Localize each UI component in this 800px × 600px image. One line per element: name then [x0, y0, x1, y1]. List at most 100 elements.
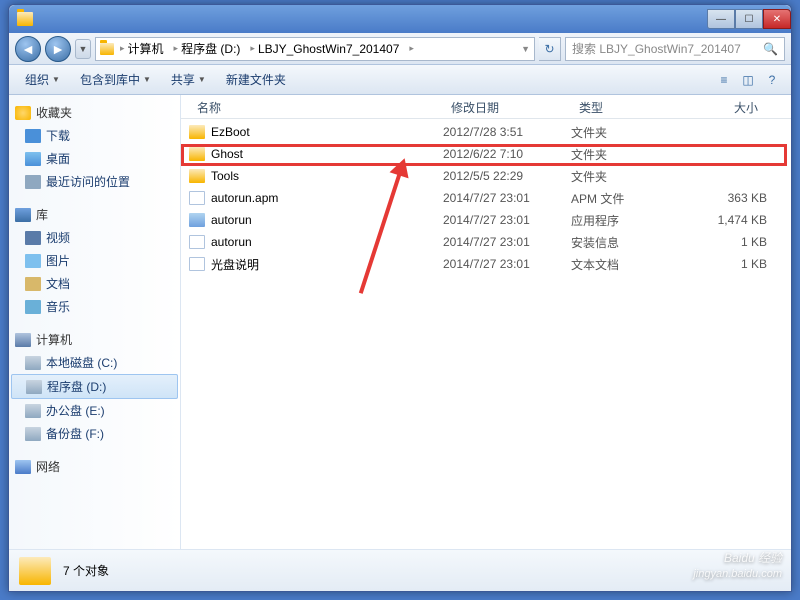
toolbar: 组织▼ 包含到库中▼ 共享▼ 新建文件夹 ≡ ◫ ?	[9, 65, 791, 95]
breadcrumb-dropdown-icon[interactable]: ▼	[521, 44, 530, 54]
file-type: APM 文件	[571, 190, 679, 207]
window-icon	[17, 12, 33, 26]
folder-icon	[189, 169, 205, 183]
watermark: Baidu 经验 jingyan.baidu.com	[693, 542, 782, 580]
maximize-button[interactable]: ☐	[735, 9, 763, 29]
file-date: 2014/7/27 23:01	[443, 191, 571, 205]
document-icon	[25, 277, 41, 291]
refresh-button[interactable]: ↻	[539, 37, 561, 61]
col-name[interactable]: 名称	[189, 95, 443, 118]
file-row[interactable]: autorun 2014/7/27 23:01应用程序1,474 KB	[181, 209, 791, 231]
breadcrumb[interactable]: ▸计算机 ▸程序盘 (D:) ▸LBJY_GhostWin7_201407 ▸ …	[95, 37, 535, 61]
music-icon	[25, 300, 41, 314]
tree-videos[interactable]: 视频	[11, 226, 178, 249]
file-name: autorun	[211, 213, 252, 227]
nav-forward-button[interactable]: ►	[45, 36, 71, 62]
search-icon: 🔍	[763, 42, 778, 56]
tree-drive-e[interactable]: 办公盘 (E:)	[11, 399, 178, 422]
file-size: 1,474 KB	[679, 213, 767, 227]
col-type[interactable]: 类型	[571, 95, 679, 118]
breadcrumb-segment[interactable]: ▸LBJY_GhostWin7_201407	[246, 40, 403, 58]
search-input[interactable]: 搜索 LBJY_GhostWin7_201407 🔍	[565, 37, 785, 61]
preview-pane-button[interactable]: ◫	[737, 69, 759, 91]
file-row[interactable]: autorun.apm2014/7/27 23:01APM 文件363 KB	[181, 187, 791, 209]
file-name: EzBoot	[211, 125, 250, 139]
tree-head-favorites[interactable]: 收藏夹	[11, 101, 178, 124]
status-bar: 7 个对象	[9, 549, 791, 591]
tree-favorites: 收藏夹 下载 桌面 最近访问的位置	[11, 101, 178, 193]
file-date: 2014/7/27 23:01	[443, 213, 571, 227]
tree-music[interactable]: 音乐	[11, 295, 178, 318]
video-icon	[25, 231, 41, 245]
annotation-highlight-box	[181, 144, 787, 166]
breadcrumb-segment[interactable]: ▸程序盘 (D:)	[170, 38, 245, 59]
body: 收藏夹 下载 桌面 最近访问的位置 库 视频 图片 文档 音乐 计算机 本地磁盘…	[9, 95, 791, 549]
file-type: 文本文档	[571, 256, 679, 273]
txt-icon	[189, 257, 205, 271]
share-menu[interactable]: 共享▼	[163, 67, 214, 92]
file-size: 1 KB	[679, 235, 767, 249]
nav-history-dropdown[interactable]: ▼	[75, 39, 91, 59]
nav-back-button[interactable]: ◄	[15, 36, 41, 62]
file-icon	[189, 191, 205, 205]
titlebar[interactable]: — ☐ ✕	[9, 5, 791, 33]
hdd-icon	[25, 404, 41, 418]
column-headers: 名称 修改日期 类型 大小	[181, 95, 791, 119]
breadcrumb-end[interactable]: ▸	[405, 41, 418, 56]
window-controls: — ☐ ✕	[707, 9, 791, 29]
organize-menu[interactable]: 组织▼	[17, 67, 68, 92]
tree-network: 网络	[11, 455, 178, 478]
tree-library: 库 视频 图片 文档 音乐	[11, 203, 178, 318]
hdd-icon	[26, 380, 42, 394]
tree-pictures[interactable]: 图片	[11, 249, 178, 272]
tree-drive-c[interactable]: 本地磁盘 (C:)	[11, 351, 178, 374]
library-icon	[15, 208, 31, 222]
inf-icon	[189, 235, 205, 249]
help-button[interactable]: ?	[761, 69, 783, 91]
file-rows[interactable]: EzBoot2012/7/28 3:51文件夹Ghost2012/6/22 7:…	[181, 119, 791, 549]
download-icon	[25, 129, 41, 143]
star-icon	[15, 106, 31, 120]
nav-sidebar[interactable]: 收藏夹 下载 桌面 最近访问的位置 库 视频 图片 文档 音乐 计算机 本地磁盘…	[9, 95, 181, 549]
hdd-icon	[25, 427, 41, 441]
file-type: 应用程序	[571, 212, 679, 229]
status-text: 7 个对象	[63, 562, 109, 579]
col-size[interactable]: 大小	[679, 95, 767, 118]
new-folder-button[interactable]: 新建文件夹	[218, 67, 294, 92]
tree-head-computer[interactable]: 计算机	[11, 328, 178, 351]
file-type: 文件夹	[571, 124, 679, 141]
tree-head-library[interactable]: 库	[11, 203, 178, 226]
exe-icon	[189, 213, 205, 227]
minimize-button[interactable]: —	[707, 9, 735, 29]
desktop-icon	[25, 152, 41, 166]
tree-drive-d[interactable]: 程序盘 (D:)	[11, 374, 178, 399]
file-type: 文件夹	[571, 168, 679, 185]
breadcrumb-root-icon	[100, 43, 114, 55]
file-size: 1 KB	[679, 257, 767, 271]
file-row[interactable]: autorun2014/7/27 23:01安装信息1 KB	[181, 231, 791, 253]
file-row[interactable]: Tools2012/5/5 22:29文件夹	[181, 165, 791, 187]
breadcrumb-segment[interactable]: ▸计算机	[116, 38, 168, 59]
include-in-library-menu[interactable]: 包含到库中▼	[72, 67, 159, 92]
status-folder-icon	[19, 557, 51, 585]
folder-icon	[189, 125, 205, 139]
close-button[interactable]: ✕	[763, 9, 791, 29]
file-row[interactable]: EzBoot2012/7/28 3:51文件夹	[181, 121, 791, 143]
file-row[interactable]: 光盘说明 2014/7/27 23:01文本文档1 KB	[181, 253, 791, 275]
file-name: Tools	[211, 169, 239, 183]
file-size: 363 KB	[679, 191, 767, 205]
view-options-button[interactable]: ≡	[713, 69, 735, 91]
file-date: 2014/7/27 23:01	[443, 235, 571, 249]
tree-desktop[interactable]: 桌面	[11, 147, 178, 170]
file-type: 安装信息	[571, 234, 679, 251]
tree-drive-f[interactable]: 备份盘 (F:)	[11, 422, 178, 445]
tree-computer: 计算机 本地磁盘 (C:) 程序盘 (D:) 办公盘 (E:) 备份盘 (F:)	[11, 328, 178, 445]
col-date[interactable]: 修改日期	[443, 95, 571, 118]
tree-recent[interactable]: 最近访问的位置	[11, 170, 178, 193]
tree-downloads[interactable]: 下载	[11, 124, 178, 147]
file-name: 光盘说明	[211, 256, 259, 273]
tree-documents[interactable]: 文档	[11, 272, 178, 295]
file-date: 2014/7/27 23:01	[443, 257, 571, 271]
address-bar: ◄ ► ▼ ▸计算机 ▸程序盘 (D:) ▸LBJY_GhostWin7_201…	[9, 33, 791, 65]
tree-head-network[interactable]: 网络	[11, 455, 178, 478]
